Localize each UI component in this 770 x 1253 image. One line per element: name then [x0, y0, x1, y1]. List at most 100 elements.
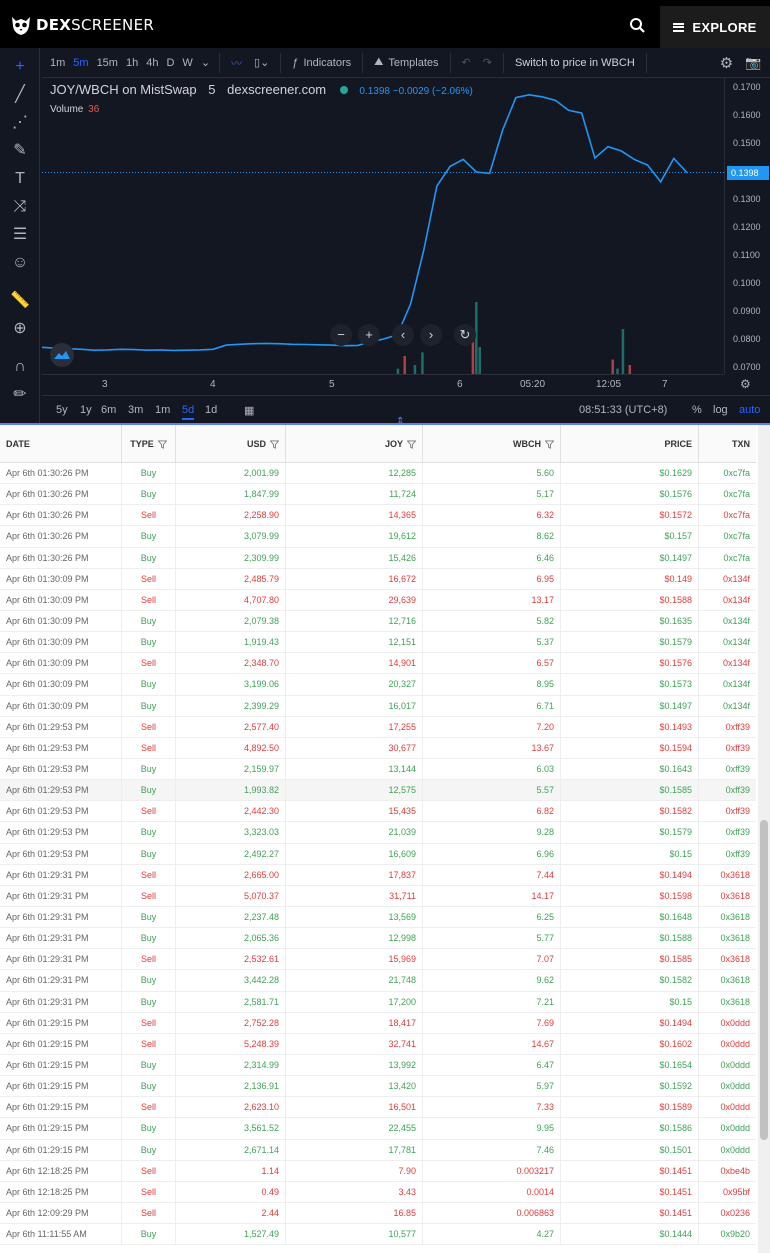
table-row[interactable]: Apr 6th 01:30:09 PM Sell 2,348.70 14,901 6.5…	[0, 653, 756, 675]
trade-txn[interactable]: 0x0ddd	[699, 1076, 756, 1096]
filter-icon[interactable]	[407, 439, 416, 449]
table-row[interactable]: Apr 6th 01:29:53 PM Buy 2,492.27 16,609 6.96…	[0, 843, 756, 865]
tf-d[interactable]: D	[162, 57, 178, 69]
search-icon[interactable]	[628, 16, 648, 36]
table-row[interactable]: Apr 6th 01:30:09 PM Buy 2,079.38 12,716 5.82…	[0, 610, 756, 633]
trade-txn[interactable]: 0x0ddd	[699, 1097, 756, 1117]
table-row[interactable]: Apr 6th 01:29:15 PM Buy 2,136.91 13,420 5.97…	[0, 1076, 756, 1098]
templates-button[interactable]: ⛰ Templates	[368, 56, 444, 69]
magnet-icon[interactable]: ∩	[9, 356, 31, 378]
table-row[interactable]: Apr 6th 01:29:53 PM Buy 2,159.97 13,144 6.03…	[0, 758, 756, 781]
emoji-icon[interactable]: ☺	[9, 252, 31, 274]
trade-txn[interactable]: 0x0ddd	[699, 1055, 756, 1075]
range-1d[interactable]: 1d	[205, 404, 217, 416]
range-5d[interactable]: 5d	[182, 404, 195, 420]
table-row[interactable]: Apr 6th 01:29:15 PM Sell 2,623.10 16,501 7.3…	[0, 1097, 756, 1119]
lock-draw-icon[interactable]: ✏	[9, 384, 31, 406]
table-row[interactable]: Apr 6th 01:29:53 PM Buy 1,993.82 12,575 5.57…	[0, 780, 756, 802]
table-row[interactable]: Apr 6th 12:18:25 PM Sell 1.14 7.90 0.003217 $…	[0, 1160, 756, 1182]
table-row[interactable]: Apr 6th 01:29:31 PM Buy 2,581.71 17,200 7.21…	[0, 991, 756, 1013]
chevron-down-icon[interactable]: ⌄	[197, 56, 214, 69]
trade-txn[interactable]: 0x3618	[699, 865, 756, 885]
line-chart-type-icon[interactable]: 〰	[225, 55, 248, 71]
tf-15m[interactable]: 15m	[93, 57, 122, 69]
trade-txn[interactable]: 0xc7fa	[699, 526, 756, 546]
trade-txn[interactable]: 0x134f	[699, 653, 756, 673]
trade-txn[interactable]: 0x0236	[699, 1203, 756, 1223]
table-row[interactable]: Apr 6th 01:30:09 PM Buy 3,199.06 20,327 8.95…	[0, 674, 756, 696]
table-row[interactable]: Apr 6th 01:29:31 PM Buy 2,065.36 12,998 5.77…	[0, 928, 756, 950]
filter-icon[interactable]	[545, 439, 554, 449]
trade-txn[interactable]: 0xc7fa	[699, 548, 756, 568]
trade-txn[interactable]: 0x3618	[699, 907, 756, 927]
col-joy[interactable]: JOY	[286, 425, 423, 463]
trade-txn[interactable]: 0x134f	[699, 696, 756, 716]
trade-txn[interactable]: 0x134f	[699, 569, 756, 589]
table-row[interactable]: Apr 6th 12:18:25 PM Sell 0.49 3.43 0.0014 $0.…	[0, 1181, 756, 1203]
trade-txn[interactable]: 0xff39	[699, 738, 756, 758]
trade-txn[interactable]: 0xbe4b	[699, 1161, 756, 1181]
range-1y[interactable]: 1y	[80, 404, 92, 416]
scroll-right-icon[interactable]: ›	[420, 324, 442, 346]
brush-icon[interactable]: ✎	[9, 140, 31, 162]
range-5y[interactable]: 5y	[56, 404, 68, 416]
trade-txn[interactable]: 0xc7fa	[699, 505, 756, 525]
trade-txn[interactable]: 0xc7fa	[699, 463, 756, 483]
trade-txn[interactable]: 0x134f	[699, 632, 756, 652]
trade-txn[interactable]: 0xff39	[699, 844, 756, 864]
crosshair-icon[interactable]: +	[9, 56, 31, 78]
trade-txn[interactable]: 0xff39	[699, 780, 756, 800]
range-3m[interactable]: 3m	[128, 404, 143, 416]
table-row[interactable]: Apr 6th 01:29:31 PM Sell 5,070.37 31,711 14.…	[0, 885, 756, 907]
trade-txn[interactable]: 0xff39	[699, 759, 756, 779]
table-row[interactable]: Apr 6th 01:29:15 PM Buy 2,671.14 17,781 7.46…	[0, 1139, 756, 1161]
time-axis[interactable]: 3 4 5 6 05:20 12:05 7	[42, 374, 724, 394]
table-row[interactable]: Apr 6th 01:30:09 PM Buy 2,399.29 16,017 6.71…	[0, 695, 756, 717]
price-axis[interactable]: 0.17000.16000.15000.14000.13000.12000.11…	[724, 78, 770, 374]
log-toggle[interactable]: log	[713, 404, 728, 416]
table-row[interactable]: Apr 6th 01:30:09 PM Buy 1,919.43 12,151 5.37…	[0, 632, 756, 654]
scrollbar-thumb[interactable]	[760, 820, 768, 1140]
trade-txn[interactable]: 0x9b20	[699, 1224, 756, 1244]
col-txn[interactable]: TXN	[699, 425, 756, 463]
auto-toggle[interactable]: auto	[739, 404, 760, 416]
trade-txn[interactable]: 0x0ddd	[699, 1034, 756, 1054]
table-row[interactable]: Apr 6th 01:29:15 PM Buy 3,561.52 22,455 9.95…	[0, 1118, 756, 1140]
zoom-in-icon[interactable]: +	[358, 324, 380, 346]
trade-txn[interactable]: 0xff39	[699, 801, 756, 821]
trade-txn[interactable]: 0x3618	[699, 970, 756, 990]
indicators-button[interactable]: ƒ Indicators	[286, 57, 357, 69]
percent-toggle[interactable]: %	[692, 404, 702, 416]
redo-icon[interactable]: ↷	[477, 56, 498, 69]
trade-txn[interactable]: 0x134f	[699, 611, 756, 631]
clock-readout[interactable]: 08:51:33 (UTC+8)	[579, 404, 667, 416]
scroll-left-icon[interactable]: ‹	[392, 324, 414, 346]
table-row[interactable]: Apr 6th 01:29:15 PM Buy 2,314.99 13,992 6.47…	[0, 1054, 756, 1077]
settings-gear-icon[interactable]: ⚙	[714, 54, 739, 72]
tf-w[interactable]: W	[178, 57, 196, 69]
filter-icon[interactable]	[270, 439, 279, 449]
trade-txn[interactable]: 0x95bf	[699, 1182, 756, 1202]
trade-txn[interactable]: 0x3618	[699, 886, 756, 906]
col-type[interactable]: TYPE	[122, 425, 176, 463]
table-row[interactable]: Apr 6th 01:29:53 PM Sell 4,892.50 30,677 13.…	[0, 737, 756, 759]
axis-settings-icon[interactable]: ⚙	[740, 377, 751, 391]
zoom-icon[interactable]: ⊕	[9, 318, 31, 340]
trade-txn[interactable]: 0x3618	[699, 992, 756, 1012]
fib-icon[interactable]: ⋰	[9, 112, 31, 134]
table-row[interactable]: Apr 6th 01:29:31 PM Sell 2,532.61 15,969 7.0…	[0, 949, 756, 971]
table-row[interactable]: Apr 6th 12:09:29 PM Sell 2.44 16.85 0.006863…	[0, 1202, 756, 1225]
table-row[interactable]: Apr 6th 01:29:53 PM Sell 2,442.30 15,435 6.8…	[0, 801, 756, 823]
table-row[interactable]: Apr 6th 01:30:26 PM Buy 1,847.99 11,724 5.17…	[0, 484, 756, 506]
table-row[interactable]: Apr 6th 01:29:15 PM Sell 5,248.39 32,741 14.…	[0, 1033, 756, 1055]
col-wbch[interactable]: WBCH	[423, 425, 561, 463]
switch-price-button[interactable]: Switch to price in WBCH	[509, 57, 641, 69]
logo[interactable]: DEX SCREENER	[10, 14, 154, 36]
trade-txn[interactable]: 0x0ddd	[699, 1140, 756, 1160]
camera-icon[interactable]: 📷	[739, 55, 767, 71]
date-range-icon[interactable]: ▦	[244, 404, 254, 417]
reset-icon[interactable]: ↻	[454, 324, 476, 346]
filter-icon[interactable]	[157, 439, 167, 449]
table-row[interactable]: Apr 6th 01:30:26 PM Buy 3,079.99 19,612 8.62…	[0, 526, 756, 548]
col-usd[interactable]: USD	[176, 425, 286, 463]
